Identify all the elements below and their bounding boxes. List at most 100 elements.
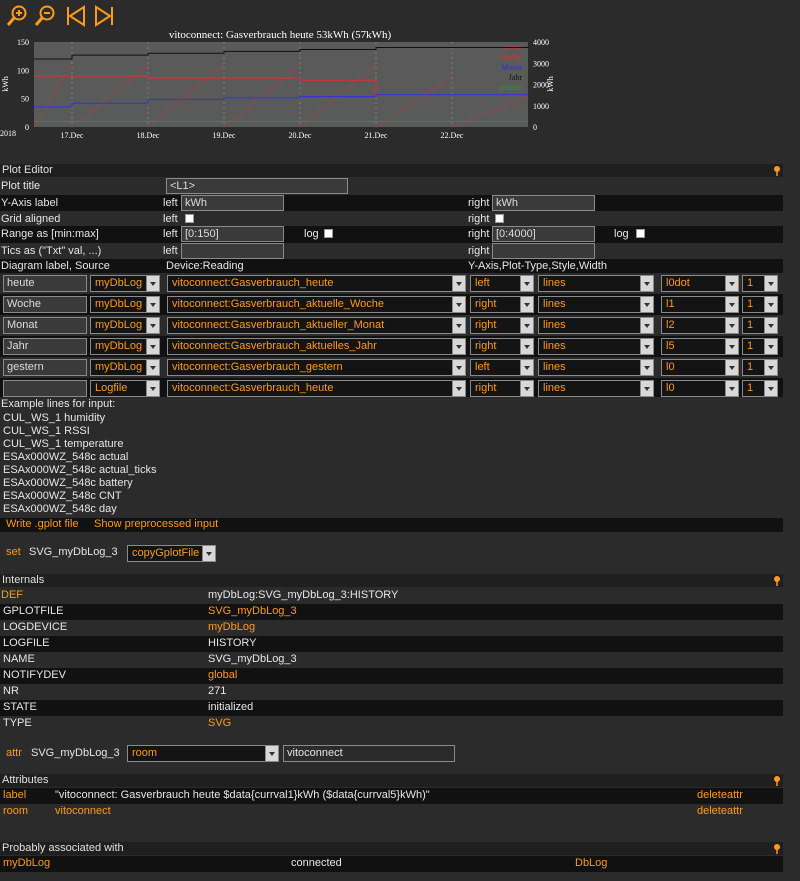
device-reading-select[interactable]: vitoconnect:Gasverbrauch_heute xyxy=(167,380,466,397)
style-select[interactable]: l2 xyxy=(661,317,739,334)
plot-type-select[interactable]: lines xyxy=(538,380,654,397)
internal-key[interactable]: DEF xyxy=(1,589,23,601)
source-select[interactable]: myDbLog xyxy=(90,359,160,376)
internal-value[interactable]: myDbLog xyxy=(208,621,255,633)
attr-label[interactable]: attr xyxy=(6,747,22,759)
y-left-tick-label: 50 xyxy=(21,95,29,104)
device-reading-select[interactable]: vitoconnect:Gasverbrauch_aktuelle_Woche xyxy=(167,296,466,313)
width-select[interactable]: 1 xyxy=(742,317,778,334)
pin-icon[interactable] xyxy=(773,575,781,586)
set-label[interactable]: set xyxy=(6,546,21,558)
grid-left-checkbox[interactable] xyxy=(185,214,194,223)
yaxis-select[interactable]: right xyxy=(470,317,534,334)
delete-attr-link[interactable]: deleteattr xyxy=(697,789,743,801)
pin-icon[interactable] xyxy=(773,775,781,786)
source-select[interactable]: Logfile xyxy=(90,380,160,397)
associated-type[interactable]: DbLog xyxy=(575,857,607,869)
set-option-select[interactable]: copyGplotFile xyxy=(127,545,216,562)
width-select[interactable]: 1 xyxy=(742,380,778,397)
prev-icon[interactable] xyxy=(64,4,88,28)
diagram-label-input[interactable]: heute xyxy=(3,275,87,292)
tics-left-input[interactable] xyxy=(181,243,284,259)
chart-title: vitoconnect: Gasverbrauch heute 53kWh (5… xyxy=(169,29,392,41)
plot-type-select[interactable]: lines xyxy=(538,275,654,292)
chevron-down-icon xyxy=(640,297,653,312)
source-select[interactable]: myDbLog xyxy=(90,317,160,334)
chevron-down-icon xyxy=(452,339,465,354)
yaxis-right-input[interactable]: kWh xyxy=(492,195,595,211)
x-axis-start-label: 2018 xyxy=(0,129,16,138)
next-icon[interactable] xyxy=(92,4,116,28)
width-select[interactable]: 1 xyxy=(742,275,778,292)
yaxis-select[interactable]: right xyxy=(470,380,534,397)
yaxis-select[interactable]: right xyxy=(470,338,534,355)
write-gplot-link[interactable]: Write .gplot file xyxy=(6,518,79,530)
example-line: ESAx000WZ_548c actual xyxy=(3,451,129,463)
device-reading-select[interactable]: vitoconnect:Gasverbrauch_aktuelles_Jahr xyxy=(167,338,466,355)
diagram-label-input[interactable]: Jahr xyxy=(3,338,87,355)
range-right-log-checkbox[interactable] xyxy=(636,229,645,238)
plot-type-select[interactable]: lines xyxy=(538,296,654,313)
legend-entry: Woche xyxy=(500,53,522,62)
yaxis-select[interactable]: right xyxy=(470,296,534,313)
yaxis-select[interactable]: left xyxy=(470,275,534,292)
style-select-value: l0 xyxy=(666,361,675,373)
zoom-out-icon[interactable] xyxy=(34,4,58,28)
attributes-title: Attributes xyxy=(2,774,49,786)
plot-title-input[interactable]: <L1> xyxy=(166,178,348,194)
chevron-down-icon xyxy=(452,276,465,291)
range-right-input[interactable]: [0:4000] xyxy=(492,226,595,242)
source-select[interactable]: myDbLog xyxy=(90,338,160,355)
internal-value[interactable]: global xyxy=(208,669,237,681)
attribute-key[interactable]: label xyxy=(3,789,26,801)
internal-value[interactable]: SVG xyxy=(208,717,231,729)
attribute-value[interactable]: vitoconnect xyxy=(55,805,111,817)
width-select[interactable]: 1 xyxy=(742,338,778,355)
attributes-header: Attributes xyxy=(0,774,783,787)
internals-header: Internals xyxy=(0,574,783,587)
source-select[interactable]: myDbLog xyxy=(90,296,160,313)
diagram-label-input[interactable]: Monat xyxy=(3,317,87,334)
attr-value-input[interactable]: vitoconnect xyxy=(283,745,455,762)
range-left-input[interactable]: [0:150] xyxy=(181,226,284,242)
plot-type-select-value: lines xyxy=(543,382,566,394)
plot-type-select-value: lines xyxy=(543,340,566,352)
delete-attr-link[interactable]: deleteattr xyxy=(697,805,743,817)
show-preprocessed-link[interactable]: Show preprocessed input xyxy=(94,518,218,530)
diagram-label-input[interactable] xyxy=(3,380,87,397)
width-select[interactable]: 1 xyxy=(742,296,778,313)
attribute-key[interactable]: room xyxy=(3,805,28,817)
style-select[interactable]: l0 xyxy=(661,359,739,376)
plot-type-select[interactable]: lines xyxy=(538,317,654,334)
device-reading-select[interactable]: vitoconnect:Gasverbrauch_gestern xyxy=(167,359,466,376)
gas-consumption-chart[interactable]: vitoconnect: Gasverbrauch heute 53kWh (5… xyxy=(0,26,560,162)
internal-value: initialized xyxy=(208,701,254,713)
style-select[interactable]: l1 xyxy=(661,296,739,313)
plot-type-select[interactable]: lines xyxy=(538,338,654,355)
style-select[interactable]: l5 xyxy=(661,338,739,355)
device-reading-select[interactable]: vitoconnect:Gasverbrauch_aktueller_Monat xyxy=(167,317,466,334)
device-reading-select[interactable]: vitoconnect:Gasverbrauch_heute xyxy=(167,275,466,292)
style-select[interactable]: l0dot xyxy=(661,275,739,292)
tics-right-input[interactable] xyxy=(492,243,595,259)
pin-icon[interactable] xyxy=(773,165,781,176)
grid-right-checkbox[interactable] xyxy=(495,214,504,223)
style-select[interactable]: l0 xyxy=(661,380,739,397)
plot-type-select[interactable]: lines xyxy=(538,359,654,376)
source-select-value: myDbLog xyxy=(95,340,143,352)
range-left-log-checkbox[interactable] xyxy=(324,229,333,238)
attribute-value: "vitoconnect: Gasverbrauch heute $data{c… xyxy=(55,789,430,801)
device-reading-select-value: vitoconnect:Gasverbrauch_gestern xyxy=(172,361,343,373)
internal-row: NAME SVG_myDbLog_3 xyxy=(0,652,783,668)
associated-name[interactable]: myDbLog xyxy=(3,857,50,869)
attr-option-select[interactable]: room xyxy=(127,745,279,762)
width-select[interactable]: 1 xyxy=(742,359,778,376)
diagram-label-input[interactable]: gestern xyxy=(3,359,87,376)
yaxis-left-input[interactable]: kWh xyxy=(181,195,284,211)
diagram-label-input[interactable]: Woche xyxy=(3,296,87,313)
internal-value[interactable]: SVG_myDbLog_3 xyxy=(208,605,297,617)
pin-icon[interactable] xyxy=(773,843,781,854)
source-select[interactable]: myDbLog xyxy=(90,275,160,292)
yaxis-select[interactable]: left xyxy=(470,359,534,376)
zoom-in-icon[interactable] xyxy=(6,4,30,28)
